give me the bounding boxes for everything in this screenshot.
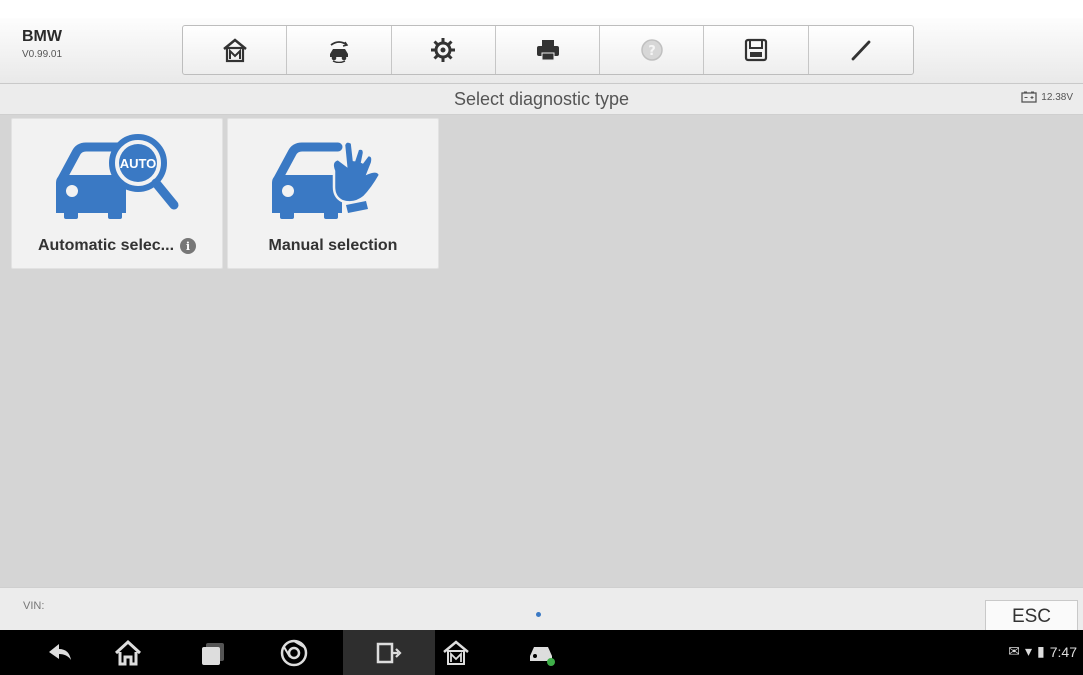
save-icon (745, 38, 768, 62)
nav-back-button[interactable] (30, 630, 90, 675)
tile-manual-selection-label-row: Manual selection (228, 237, 438, 255)
clock: 7:47 (1049, 643, 1077, 660)
battery-icon (1021, 91, 1037, 103)
settings-icon (431, 38, 456, 62)
home-icon (222, 38, 247, 63)
car-auto-search-icon: AUTO (56, 134, 179, 219)
svg-text:?: ? (648, 44, 656, 59)
message-icon: ✉ (1008, 643, 1020, 659)
vehicle-swap-icon (329, 41, 349, 63)
print-icon (536, 40, 559, 61)
toolbar-print-button[interactable] (496, 26, 601, 74)
edit-icon (851, 40, 871, 61)
help-icon: ? (641, 39, 663, 61)
toolbar-save-button[interactable] (704, 26, 809, 74)
page-title: Select diagnostic type (453, 89, 630, 109)
tile-label: Manual selection (268, 237, 398, 254)
page-indicator-dot (536, 612, 541, 617)
nav-vehicle-button[interactable] (512, 630, 572, 675)
toolbar-help-button[interactable]: ? (600, 26, 705, 74)
toolbar-home-button[interactable] (183, 26, 288, 74)
top-bar: BMW V0.99.01 ? (0, 18, 1083, 84)
vin-label: VIN: (23, 600, 45, 612)
battery-status-icon: ▮ (1037, 643, 1045, 659)
content-area: AUTO Automatic selec... i Manual selecti… (0, 115, 1083, 587)
tile-automatic-selection-label-row: Automatic selec... i (12, 237, 222, 255)
recents-icon (202, 642, 224, 665)
battery-voltage: 12.38V (1041, 91, 1073, 103)
tile-automatic-selection[interactable]: AUTO Automatic selec... i (11, 118, 223, 269)
back-icon (49, 643, 71, 660)
esc-button[interactable]: ESC (985, 600, 1078, 632)
title-bar: Select diagnostic type 12.38V (0, 84, 1083, 115)
status-tray: ✉ ▾ ▮ 7:47 (1008, 643, 1077, 660)
toolbar-edit-button[interactable] (809, 26, 913, 74)
nav-app-home-button[interactable] (426, 630, 486, 675)
brand: BMW V0.99.01 (22, 28, 62, 60)
brand-name: BMW (22, 28, 62, 45)
auto-badge-text: AUTO (120, 156, 157, 171)
nav-vci-button[interactable] (343, 630, 435, 675)
tile-manual-selection[interactable]: Manual selection (227, 118, 439, 269)
nav-home-button[interactable] (98, 630, 158, 675)
toolbar-settings-button[interactable] (392, 26, 496, 74)
vci-connection-icon (376, 642, 402, 663)
bottom-bar: VIN: ESC (0, 587, 1083, 632)
nav-browser-button[interactable] (264, 630, 324, 675)
system-navbar: ✉ ▾ ▮ 7:47 (0, 630, 1083, 675)
battery-status: 12.38V (1021, 91, 1073, 103)
wifi-icon: ▾ (1025, 643, 1033, 659)
android-home-icon (114, 639, 142, 665)
vehicle-connected-icon (530, 646, 555, 666)
toolbar: ? (182, 25, 915, 75)
brand-version: V0.99.01 (22, 49, 63, 60)
toolbar-vehicle-swap-button[interactable] (287, 26, 392, 74)
car-manual-hand-icon (272, 140, 382, 219)
tile-label: Automatic selec... (37, 237, 175, 254)
nav-recents-button[interactable] (183, 630, 243, 675)
info-icon[interactable]: i (180, 238, 197, 254)
screen: BMW V0.99.01 ? Select diagnostic type 12… (0, 0, 1083, 675)
app-home-icon (443, 639, 469, 665)
browser-icon (280, 639, 308, 666)
